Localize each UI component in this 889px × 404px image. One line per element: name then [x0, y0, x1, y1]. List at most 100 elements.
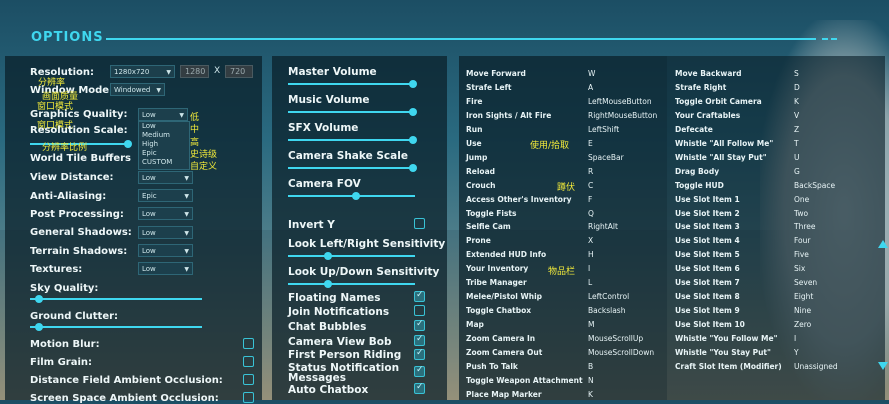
resolution-height-input[interactable]: 720: [225, 65, 253, 78]
auto-chatbox-checkbox[interactable]: [414, 382, 425, 394]
binding-key[interactable]: Nine: [794, 306, 811, 315]
anti-aliasing-dropdown[interactable]: Epic ▼: [138, 189, 193, 202]
slider-knob[interactable]: [124, 140, 132, 148]
binding-key[interactable]: H: [588, 250, 594, 259]
look-ud-sensitivity-slider[interactable]: [288, 280, 415, 288]
binding-key[interactable]: RightMouseButton: [588, 111, 657, 120]
resolution-dropdown[interactable]: 1280x720 ▼: [110, 65, 175, 78]
binding-key[interactable]: Two: [794, 209, 808, 218]
camera-view-bob-checkbox[interactable]: [414, 334, 425, 346]
binding-key[interactable]: A: [588, 83, 593, 92]
slider-knob[interactable]: [35, 323, 43, 331]
sky-quality-slider[interactable]: [30, 295, 202, 303]
binding-key[interactable]: I: [588, 264, 590, 273]
option-custom[interactable]: CUSTOM: [139, 158, 189, 167]
slider-knob[interactable]: [409, 164, 417, 172]
camera-shake-scale-slider[interactable]: [288, 164, 417, 172]
binding-key[interactable]: Six: [794, 264, 805, 273]
binding-key[interactable]: R: [588, 167, 593, 176]
binding-key[interactable]: N: [588, 376, 594, 385]
binding-key[interactable]: K: [794, 97, 799, 106]
binding-key[interactable]: C: [588, 181, 593, 190]
view-distance-dropdown[interactable]: Low ▼: [138, 171, 193, 184]
look-lr-sensitivity-slider[interactable]: [288, 252, 415, 260]
music-volume-slider[interactable]: [288, 108, 417, 116]
ground-clutter-slider[interactable]: [30, 323, 202, 331]
binding-key[interactable]: Four: [794, 236, 810, 245]
binding-key[interactable]: RightAlt: [588, 222, 618, 231]
binding-key[interactable]: T: [794, 139, 799, 148]
binding-key[interactable]: BackSpace: [794, 181, 835, 190]
slider-knob[interactable]: [409, 108, 417, 116]
status-notification-checkbox[interactable]: [414, 365, 425, 377]
chat-bubbles-checkbox[interactable]: [414, 319, 425, 331]
binding-key[interactable]: E: [588, 139, 593, 148]
binding-key[interactable]: B: [588, 362, 593, 371]
general-shadows-dropdown[interactable]: Low ▼: [138, 226, 193, 239]
scrollbar[interactable]: [878, 240, 888, 370]
binding-key[interactable]: W: [588, 69, 595, 78]
general-shadows-label: General Shadows:: [30, 227, 132, 238]
binding-key[interactable]: Y: [794, 348, 799, 357]
binding-key[interactable]: Three: [794, 222, 815, 231]
resolution-width-input[interactable]: 1280: [180, 65, 209, 78]
invert-y-checkbox[interactable]: [414, 218, 425, 229]
binding-key[interactable]: K: [588, 390, 593, 399]
binding-key[interactable]: LeftControl: [588, 292, 629, 301]
slider-knob[interactable]: [409, 80, 417, 88]
textures-dropdown[interactable]: Low ▼: [138, 262, 193, 275]
binding-key[interactable]: V: [794, 111, 799, 120]
camera-fov-slider[interactable]: [288, 192, 415, 200]
terrain-shadows-dropdown[interactable]: Low ▼: [138, 244, 193, 257]
option-low[interactable]: Low: [139, 122, 189, 131]
binding-key[interactable]: Z: [794, 125, 799, 134]
binding-key[interactable]: G: [794, 167, 800, 176]
binding-key[interactable]: Backslash: [588, 306, 625, 315]
binding-key[interactable]: Seven: [794, 278, 817, 287]
binding-key[interactable]: I: [794, 334, 796, 343]
scroll-down-icon[interactable]: [878, 362, 888, 370]
binding-action: Whistle "All Stay Put": [675, 152, 767, 162]
window-mode-dropdown[interactable]: Windowed ▼: [110, 83, 165, 96]
binding-key[interactable]: X: [588, 236, 593, 245]
join-notifications-checkbox[interactable]: [414, 305, 425, 316]
post-processing-dropdown[interactable]: Low ▼: [138, 207, 193, 220]
sfx-volume-slider[interactable]: [288, 136, 417, 144]
slider-knob[interactable]: [409, 136, 417, 144]
binding-key[interactable]: LeftMouseButton: [588, 97, 652, 106]
binding-key[interactable]: F: [588, 195, 592, 204]
binding-key[interactable]: SpaceBar: [588, 153, 624, 162]
binding-key[interactable]: Eight: [794, 292, 813, 301]
film-grain-checkbox[interactable]: [243, 356, 254, 367]
binding-key[interactable]: Five: [794, 250, 809, 259]
slider-knob[interactable]: [324, 252, 332, 260]
binding-key[interactable]: One: [794, 195, 809, 204]
slider-knob[interactable]: [352, 192, 360, 200]
binding-key[interactable]: M: [588, 320, 594, 329]
distance-field-ao-checkbox[interactable]: [243, 374, 254, 385]
scroll-up-icon[interactable]: [878, 240, 888, 248]
binding-key[interactable]: U: [794, 153, 800, 162]
option-medium[interactable]: Medium: [139, 131, 189, 140]
floating-names-checkbox[interactable]: [414, 290, 425, 302]
screen-space-ao-checkbox[interactable]: [243, 392, 254, 403]
motion-blur-checkbox[interactable]: [243, 338, 254, 349]
first-person-riding-checkbox[interactable]: [414, 348, 425, 360]
binding-action: Use Slot Item 9: [675, 306, 740, 316]
binding-key[interactable]: Unassigned: [794, 362, 838, 371]
slider-knob[interactable]: [324, 280, 332, 288]
binding-key[interactable]: Zero: [794, 320, 811, 329]
binding-key[interactable]: MouseScrollDown: [588, 348, 654, 357]
binding-key[interactable]: S: [794, 69, 799, 78]
master-volume-slider[interactable]: [288, 80, 417, 88]
graphics-quality-dropdown[interactable]: Low ▼: [138, 108, 188, 121]
binding-action: Use Slot Item 2: [675, 208, 740, 218]
slider-knob[interactable]: [35, 295, 43, 303]
binding-key[interactable]: D: [794, 83, 800, 92]
binding-key[interactable]: LeftShift: [588, 125, 619, 134]
option-high[interactable]: High: [139, 140, 189, 149]
binding-key[interactable]: MouseScrollUp: [588, 334, 643, 343]
binding-key[interactable]: Q: [588, 209, 594, 218]
option-epic[interactable]: Epic: [139, 149, 189, 158]
binding-key[interactable]: L: [588, 278, 592, 287]
